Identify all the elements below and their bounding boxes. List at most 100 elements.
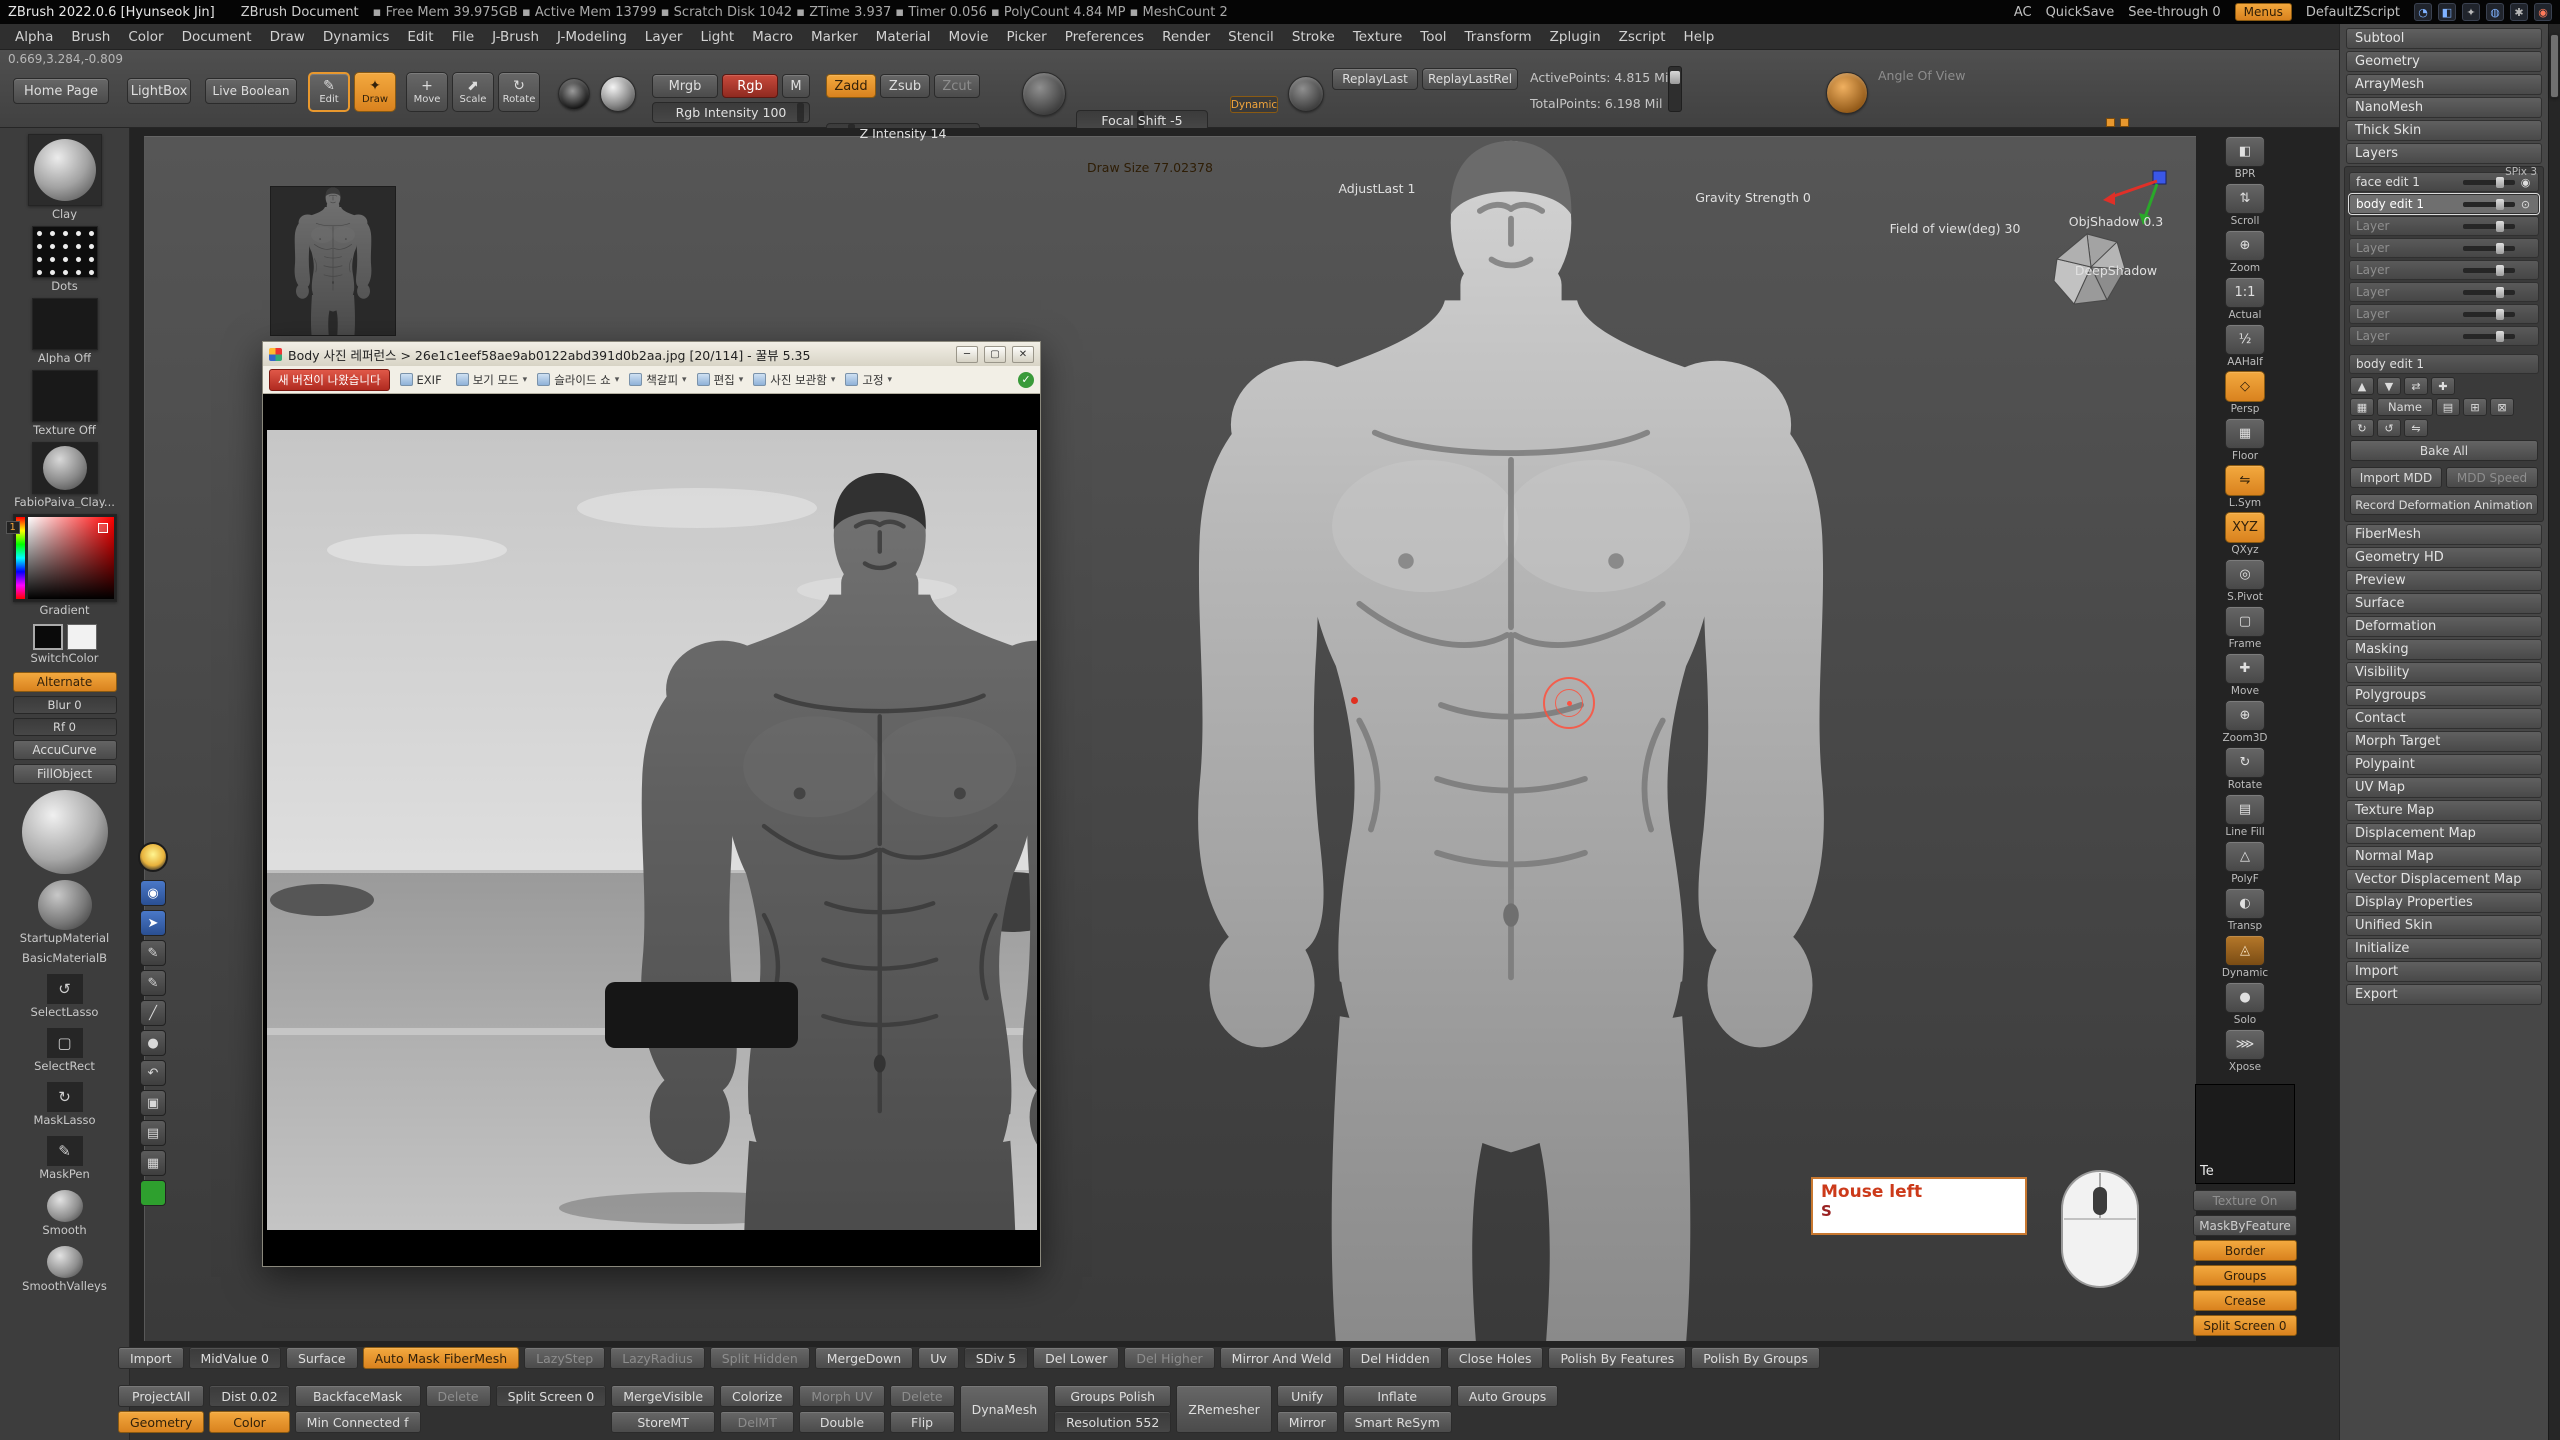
panel-section[interactable]: Deformation xyxy=(2346,616,2542,637)
layer-name-button[interactable]: Name xyxy=(2377,398,2433,416)
green-swatch-icon[interactable] xyxy=(140,1180,166,1206)
undo-icon[interactable]: ↶ xyxy=(140,1060,166,1086)
layer-intensity-slider[interactable] xyxy=(2463,312,2515,317)
draw-button[interactable]: ✦Draw xyxy=(354,72,396,112)
panel-section[interactable]: Geometry HD xyxy=(2346,547,2542,568)
bottom-button[interactable]: Import xyxy=(118,1347,184,1369)
menu-item[interactable]: Zscript xyxy=(1610,26,1675,48)
brush-thumbnail[interactable] xyxy=(28,134,102,206)
layer-up-button[interactable]: ▲ xyxy=(2350,377,2374,395)
layer-redo-button[interactable]: ↻ xyxy=(2350,419,2374,437)
quicksave-button[interactable]: QuickSave xyxy=(2046,5,2115,20)
secondary-color-swatch[interactable] xyxy=(67,624,97,650)
bottom-button[interactable]: Uv xyxy=(918,1347,959,1369)
perspective-button[interactable]: ◇ Persp xyxy=(2218,371,2272,415)
bottom-button[interactable]: ZRemesher xyxy=(1176,1385,1272,1433)
colorwheel-icon[interactable] xyxy=(138,842,168,872)
mask-pen-icon[interactable]: ✎ xyxy=(47,1136,83,1166)
move-button[interactable]: +Move xyxy=(406,72,448,112)
menu-item[interactable]: Tool xyxy=(1411,26,1455,48)
menu-item[interactable]: J-Brush xyxy=(483,26,548,48)
bottom-button[interactable]: Split Screen 0 xyxy=(496,1385,607,1407)
live-boolean-button[interactable]: Live Boolean xyxy=(205,78,297,104)
bottom-button[interactable]: Delete xyxy=(426,1385,491,1407)
menu-item[interactable]: Texture xyxy=(1344,26,1411,48)
layer-down-button[interactable]: ▼ xyxy=(2377,377,2401,395)
photo-menu-item[interactable]: 책갈피 xyxy=(629,372,686,388)
mdd-speed-button[interactable]: MDD Speed xyxy=(2446,467,2538,488)
layer-delete-button[interactable]: ⊠ xyxy=(2490,398,2514,416)
palette-grid-icon[interactable]: ▦ xyxy=(140,1150,166,1176)
selected-layer-name[interactable]: body edit 1 xyxy=(2349,354,2539,374)
list-icon[interactable]: ▤ xyxy=(140,1120,166,1146)
menu-item[interactable]: J-Modeling xyxy=(548,26,636,48)
menu-item[interactable]: Alpha xyxy=(6,26,62,48)
move-3d-button[interactable]: ✚ Move xyxy=(2218,653,2272,697)
bottom-button[interactable]: Smart ReSym xyxy=(1343,1411,1452,1433)
home-page-button[interactable]: Home Page xyxy=(13,78,109,104)
menu-item[interactable]: Help xyxy=(1675,26,1724,48)
layer-invert-button[interactable]: ⇋ xyxy=(2404,419,2428,437)
panel-section[interactable]: FiberMesh xyxy=(2346,524,2542,545)
bottom-button[interactable]: Resolution 552 xyxy=(1054,1411,1171,1433)
bottom-button[interactable]: Del Hidden xyxy=(1349,1347,1442,1369)
texture-on-button[interactable]: Texture On xyxy=(2193,1190,2297,1211)
rf-slider[interactable]: Rf 0 xyxy=(13,718,117,736)
panel-section[interactable]: Normal Map xyxy=(2346,846,2542,867)
bottom-button[interactable]: Auto Groups xyxy=(1457,1385,1559,1407)
bottom-button[interactable]: Groups Polish xyxy=(1054,1385,1171,1407)
edit-button[interactable]: ✎Edit xyxy=(308,72,350,112)
menu-item[interactable]: Draw xyxy=(261,26,314,48)
window-icon[interactable]: ◔ xyxy=(2414,3,2432,21)
cursor-icon[interactable]: ➤ xyxy=(140,910,166,936)
menu-item[interactable]: File xyxy=(443,26,484,48)
menu-item[interactable]: Macro xyxy=(743,26,802,48)
rotate-button[interactable]: ↻Rotate xyxy=(498,72,540,112)
alpha-thumbnail[interactable] xyxy=(32,298,98,350)
panel-section[interactable]: Preview xyxy=(2346,570,2542,591)
settings-icon[interactable]: ✱ xyxy=(2510,3,2528,21)
bottom-button[interactable]: Unify xyxy=(1277,1385,1338,1407)
startup-material-sphere[interactable] xyxy=(38,880,92,930)
smooth-brush-icon[interactable] xyxy=(47,1190,83,1222)
globe-icon[interactable]: ◍ xyxy=(2486,3,2504,21)
layer-row[interactable]: Layer xyxy=(2349,216,2539,236)
minimize-button[interactable]: ─ xyxy=(956,346,978,363)
layer-swap-button[interactable]: ⇄ xyxy=(2404,377,2428,395)
bottom-button[interactable]: LazyRadius xyxy=(610,1347,705,1369)
bottom-button[interactable]: Inflate xyxy=(1343,1385,1452,1407)
fillobject-button[interactable]: FillObject xyxy=(13,764,117,784)
panel-section[interactable]: Subtool xyxy=(2346,28,2542,49)
menu-item[interactable]: Color xyxy=(119,26,172,48)
panel-section[interactable]: Unified Skin xyxy=(2346,915,2542,936)
menu-item[interactable]: Transform xyxy=(1456,26,1541,48)
layer-new-button[interactable]: ✚ xyxy=(2431,377,2455,395)
shadow-toggle-dot2[interactable] xyxy=(2120,118,2129,127)
scroll-button[interactable]: ⇅ Scroll xyxy=(2218,183,2272,227)
bottom-button[interactable]: Split Hidden xyxy=(710,1347,810,1369)
line-fill-button[interactable]: ▤ Line Fill xyxy=(2218,794,2272,838)
menu-item[interactable]: Movie xyxy=(940,26,998,48)
layer-list-button[interactable]: ▤ xyxy=(2436,398,2460,416)
menu-item[interactable]: Picker xyxy=(997,26,1055,48)
menu-item[interactable]: Edit xyxy=(398,26,442,48)
rgb-button[interactable]: Rgb xyxy=(722,74,778,98)
bottom-button[interactable]: Dist 0.02 xyxy=(209,1385,289,1407)
panel-section[interactable]: Surface xyxy=(2346,593,2542,614)
panel-section[interactable]: NanoMesh xyxy=(2346,97,2542,118)
layer-intensity-slider[interactable] xyxy=(2463,334,2515,339)
exif-button[interactable]: EXIF xyxy=(400,373,446,387)
clipboard-icon[interactable]: ▣ xyxy=(140,1090,166,1116)
photo-reference-window[interactable]: Body 사진 레퍼런스 > 26e1c1eef58ae9ab0122abd39… xyxy=(262,341,1041,1267)
stroke-thumbnail[interactable] xyxy=(32,226,98,278)
photo-menu-item[interactable]: 보기 모드 xyxy=(456,372,528,388)
bake-all-button[interactable]: Bake All xyxy=(2350,440,2538,461)
alpha-preview-icon[interactable] xyxy=(600,76,636,112)
bottom-button[interactable]: Del Lower xyxy=(1033,1347,1119,1369)
menu-item[interactable]: Material xyxy=(867,26,940,48)
menu-item[interactable]: Layer xyxy=(636,26,692,48)
bottom-button[interactable]: Morph UV xyxy=(799,1385,884,1407)
panel-section[interactable]: Displacement Map xyxy=(2346,823,2542,844)
scale-button[interactable]: ⬈Scale xyxy=(452,72,494,112)
replay-last-button[interactable]: ReplayLast xyxy=(1332,68,1418,90)
